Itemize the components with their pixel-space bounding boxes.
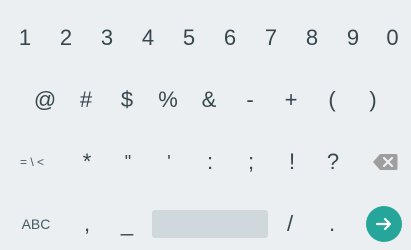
key-dollar[interactable]: $ bbox=[107, 72, 147, 128]
delete-key[interactable] bbox=[362, 134, 408, 190]
key-2[interactable]: 2 bbox=[46, 10, 86, 66]
key-double-quote[interactable]: " bbox=[108, 134, 148, 190]
key-9[interactable]: 9 bbox=[333, 10, 373, 66]
key-0[interactable]: 0 bbox=[374, 10, 411, 66]
key-comma[interactable]: , bbox=[67, 196, 107, 250]
key-5[interactable]: 5 bbox=[169, 10, 209, 66]
key-plus[interactable]: + bbox=[271, 72, 311, 128]
key-underscore[interactable]: _ bbox=[107, 196, 147, 250]
key-close-paren[interactable]: ) bbox=[353, 72, 393, 128]
enter-key[interactable] bbox=[362, 196, 406, 250]
keyboard-row-digits: 1 2 3 4 5 6 7 8 9 0 bbox=[0, 10, 411, 66]
arrow-right-icon bbox=[375, 217, 392, 231]
key-1[interactable]: 1 bbox=[5, 10, 45, 66]
key-slash[interactable]: / bbox=[270, 196, 310, 250]
key-colon[interactable]: : bbox=[190, 134, 230, 190]
keyboard-row-bottom: ABC , _ / . bbox=[0, 196, 411, 250]
keyboard-row-punctuation: = \ < * " ' : ; ! ? bbox=[0, 134, 411, 190]
key-4[interactable]: 4 bbox=[128, 10, 168, 66]
key-single-quote[interactable]: ' bbox=[149, 134, 189, 190]
key-ampersand[interactable]: & bbox=[189, 72, 229, 128]
key-question[interactable]: ? bbox=[313, 134, 353, 190]
key-3[interactable]: 3 bbox=[87, 10, 127, 66]
enter-button-circle bbox=[366, 206, 402, 242]
key-at[interactable]: @ bbox=[25, 72, 65, 128]
key-6[interactable]: 6 bbox=[210, 10, 250, 66]
key-hash[interactable]: # bbox=[66, 72, 106, 128]
key-asterisk[interactable]: * bbox=[67, 134, 107, 190]
key-period[interactable]: . bbox=[312, 196, 352, 250]
key-8[interactable]: 8 bbox=[292, 10, 332, 66]
key-exclamation[interactable]: ! bbox=[272, 134, 312, 190]
keyboard-row-symbols: @ # $ % & - + ( ) bbox=[0, 72, 411, 128]
key-semicolon[interactable]: ; bbox=[231, 134, 271, 190]
more-symbols-key[interactable]: = \ < bbox=[4, 134, 60, 190]
backspace-icon bbox=[373, 154, 398, 170]
abc-key[interactable]: ABC bbox=[8, 196, 64, 250]
key-7[interactable]: 7 bbox=[251, 10, 291, 66]
symbol-keyboard: 1 2 3 4 5 6 7 8 9 0 @ # $ % & - + ( ) = … bbox=[0, 0, 411, 250]
spacebar[interactable] bbox=[152, 210, 268, 238]
key-minus[interactable]: - bbox=[230, 72, 270, 128]
key-open-paren[interactable]: ( bbox=[312, 72, 352, 128]
key-percent[interactable]: % bbox=[148, 72, 188, 128]
